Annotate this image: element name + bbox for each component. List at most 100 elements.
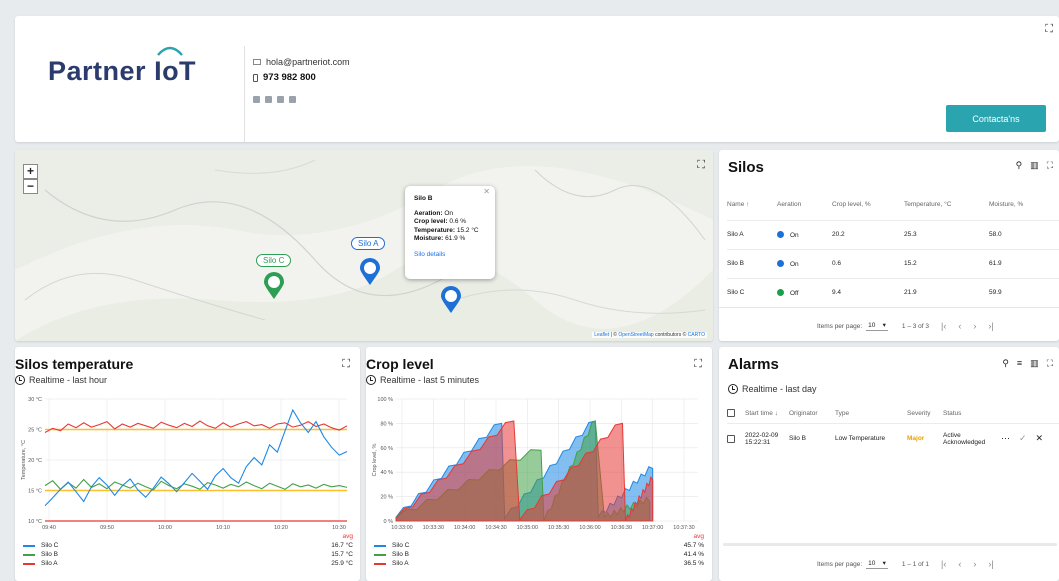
page-range: 1 – 3 of 3 [901,322,930,330]
x-tick-label: 10:36:00 [579,525,600,531]
cell-moist: 58.0 [989,219,1059,249]
table-row[interactable]: Silo B On 0.6 15.2 61.9 [727,248,1059,278]
silo-details-link[interactable]: Silo details [414,251,486,260]
silo-a-label[interactable]: Silo A [351,237,386,250]
items-per-page-select[interactable]: 10 ▾ [866,321,888,331]
crop-fullscreen-icon[interactable]: ⛶ [694,357,702,371]
col-start-time[interactable]: Start time ↓ [745,410,789,417]
linkedin-icon[interactable] [253,96,260,103]
silos-divider [719,307,1059,308]
alarms-title: Alarms [728,356,779,373]
search-icon[interactable]: ⚲ [1016,160,1023,171]
cell-moist: 61.9 [989,248,1059,278]
x-tick-label: 10:33:00 [391,525,412,531]
map-fullscreen-icon[interactable]: ⛶ [697,158,705,172]
popup-moisture: Moisture: 61.9 % [414,235,466,242]
header-card: Partner IoT hola@partneriot.com 973 982 … [15,16,1059,142]
table-row[interactable]: Silo A On 20.2 25.3 58.0 [727,219,1059,249]
col-crop[interactable]: Crop level, % [832,190,904,220]
carto-link[interactable]: CARTO [688,332,705,338]
instagram-icon[interactable] [265,96,272,103]
zoom-in-button[interactable]: + [23,164,38,179]
leaflet-link[interactable]: Leaflet [594,332,609,338]
columns-icon[interactable]: ▥ [1030,358,1039,369]
facebook-icon[interactable] [289,96,296,103]
alarms-table: Start time ↓ Originator Type Severity St… [727,403,1059,453]
alarms-fullscreen-icon[interactable]: ⛶ [1047,358,1053,369]
more-icon[interactable]: ⋯ [1001,433,1010,444]
cell-temp: 25.3 [904,219,989,249]
phone-text[interactable]: 973 982 800 [263,72,316,83]
silo-b-marker-icon[interactable] [440,286,462,314]
x-tick-label: 10:00 [158,525,172,531]
columns-icon[interactable]: ▥ [1030,160,1039,171]
logo-signal-icon [157,46,183,56]
clear-icon[interactable]: ✕ [1036,433,1044,444]
select-all-checkbox[interactable] [727,409,735,417]
row-checkbox[interactable] [727,434,735,443]
col-severity[interactable]: Severity [907,410,943,417]
acknowledge-icon[interactable]: ✓ [1019,433,1027,444]
cell-status: Active Acknowledged [943,431,986,446]
y-tick-label: 80 % [380,421,393,427]
x-tick-label: 10:37:00 [642,525,663,531]
prev-page-icon[interactable]: ‹ [958,321,961,331]
silo-a-marker-icon[interactable] [359,258,381,286]
col-originator[interactable]: Originator [789,410,835,417]
legend-item[interactable]: Silo B 41.4 % [374,550,704,559]
last-page-icon[interactable]: ›| [988,559,993,569]
twitter-icon[interactable] [277,96,284,103]
items-per-page-label: Items per page: [817,560,863,568]
temperature-fullscreen-icon[interactable]: ⛶ [342,357,350,371]
contact-button[interactable]: Contacta'ns [946,105,1046,132]
col-type[interactable]: Type [835,410,907,417]
table-row[interactable]: Silo C Off 9.4 21.9 59.9 [727,277,1059,307]
legend-avg-label: avg [342,533,353,540]
col-name[interactable]: Name ↑ [727,190,777,220]
col-status[interactable]: Status [943,410,961,417]
items-per-page-select[interactable]: 10 ▾ [866,559,888,569]
first-page-icon[interactable]: |‹ [941,321,946,331]
popup-close-icon[interactable]: ✕ [483,187,490,197]
y-tick-label: 20 % [380,495,393,501]
zoom-out-button[interactable]: − [23,179,38,194]
email-row: hola@partneriot.com [253,57,350,67]
horizontal-scrollbar[interactable] [723,543,1057,546]
crop-chart-title: Crop level [366,356,434,372]
x-tick-label: 10:30 [332,525,346,531]
silos-fullscreen-icon[interactable]: ⛶ [1047,160,1053,171]
status-dot [777,230,784,238]
header-divider [244,46,245,142]
next-page-icon[interactable]: › [973,321,976,331]
prev-page-icon[interactable]: ‹ [958,559,961,569]
legend-line-silo-b [23,553,35,556]
col-moisture[interactable]: Moisture, % [989,190,1059,220]
col-temperature[interactable]: Temperature, °C [904,190,989,220]
col-aeration[interactable]: Aeration [777,190,832,220]
first-page-icon[interactable]: |‹ [941,559,946,569]
legend-item[interactable]: Silo B 15.7 °C [23,550,353,559]
x-tick-label: 10:10 [216,525,230,531]
silo-c-label[interactable]: Silo C [256,254,292,267]
silos-card: Silos ⚲ ▥ ⛶ Name ↑ Aeration Crop level, … [719,150,1059,341]
filter-icon[interactable]: ≡ [1017,358,1022,369]
legend-item[interactable]: Silo A 36.5 % [374,559,704,568]
search-icon[interactable]: ⚲ [1002,358,1009,369]
cell-name: Silo B [727,248,777,278]
table-row[interactable]: 2022-02-09 15:22:31 Silo B Low Temperatur… [727,423,1059,453]
map-card[interactable]: + − ⛶ Silo C Silo A ✕ Silo B Aeration: O… [15,150,713,341]
legend-item[interactable]: Silo C 16.7 °C [23,541,353,550]
alarms-toolbar: ⚲ ≡ ▥ ⛶ [1002,358,1053,369]
x-tick-label: 10:20 [274,525,288,531]
x-tick-label: 10:33:30 [423,525,444,531]
legend-item[interactable]: Silo C 45.7 % [374,541,704,550]
silo-c-marker-icon[interactable] [263,272,285,300]
email-text[interactable]: hola@partneriot.com [266,57,350,67]
fullscreen-icon[interactable]: ⛶ [1045,22,1053,36]
x-tick-label: 10:35:00 [517,525,538,531]
legend-item[interactable]: Silo A 25.9 °C [23,559,353,568]
last-page-icon[interactable]: ›| [988,321,993,331]
popup-temperature: Temperature: 15.2 °C [414,226,479,234]
osm-link[interactable]: OpenStreetMap [618,332,653,338]
next-page-icon[interactable]: › [973,559,976,569]
